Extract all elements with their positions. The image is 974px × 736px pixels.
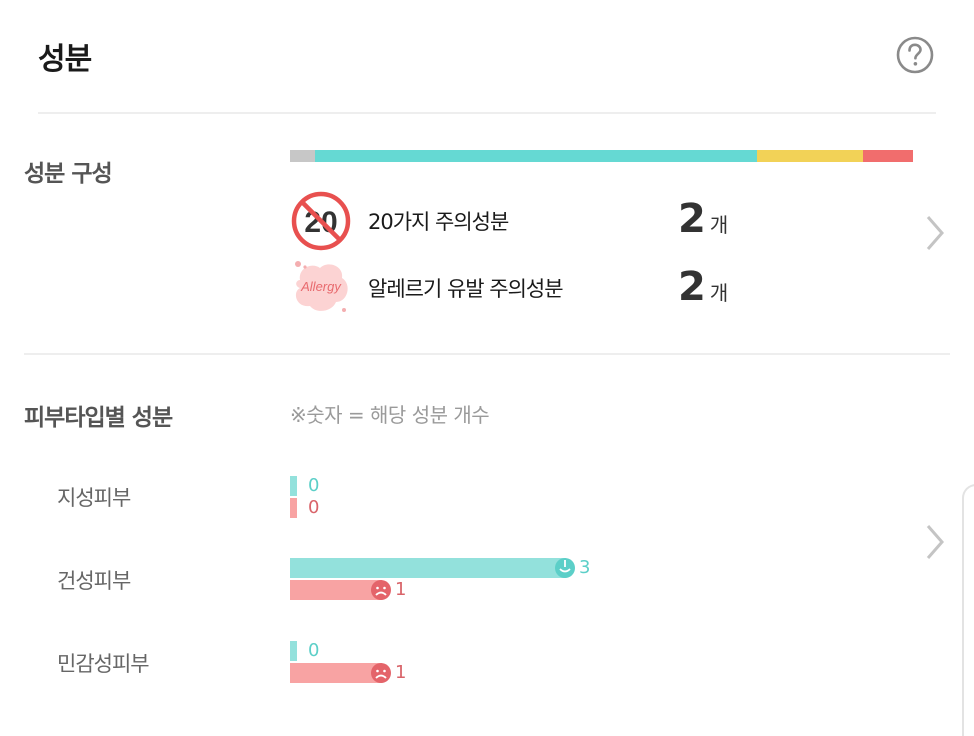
- allergy-icon: Allergy: [295, 261, 348, 312]
- bad-bar: [290, 498, 297, 518]
- question-circle-icon[interactable]: [895, 35, 935, 75]
- no-20-icon: 20: [291, 191, 351, 251]
- good-bar: [290, 476, 297, 496]
- header-divider: [38, 112, 936, 114]
- count-value: 2: [678, 196, 706, 242]
- skin-type-section-title: 피부타입별 성분: [24, 405, 173, 431]
- frown-face-icon: [371, 580, 391, 600]
- skin-label-dry: 건성피부: [57, 569, 131, 593]
- warning-count-20: 2 개: [678, 196, 728, 242]
- skin-label-oily: 지성피부: [57, 486, 131, 510]
- composition-segment-high: [863, 150, 913, 162]
- warning-row-20[interactable]: 20 20가지 주의성분: [290, 190, 509, 252]
- skin-bar-row: 01: [290, 640, 850, 685]
- count-unit: 개: [709, 213, 729, 237]
- warning-label: 알레르기 유발 주의성분: [368, 277, 564, 301]
- good-bar: [290, 558, 566, 578]
- good-count: 0: [308, 640, 320, 661]
- allergy-badge-text: Allergy: [300, 279, 342, 294]
- chevron-right-icon[interactable]: [924, 213, 946, 253]
- skin-bar-row: 31: [290, 557, 850, 602]
- good-bar: [290, 641, 297, 661]
- section-divider: [24, 353, 950, 355]
- composition-section-title: 성분 구성: [24, 161, 113, 187]
- frown-face-icon: [371, 663, 391, 683]
- warning-row-allergy[interactable]: Allergy 알레르기 유발 주의성분: [290, 258, 564, 318]
- chevron-right-icon[interactable]: [924, 522, 946, 562]
- warning-count-allergy: 2 개: [678, 264, 728, 310]
- count-unit: 개: [709, 281, 729, 305]
- composition-bar: [290, 150, 913, 162]
- composition-segment-low: [314, 150, 758, 162]
- skin-type-note: ※숫자 = 해당 성분 개수: [290, 403, 490, 427]
- good-count: 3: [579, 557, 591, 578]
- page-title: 성분: [38, 42, 92, 77]
- bad-bar: [290, 580, 382, 600]
- skin-label-sensitive: 민감성피부: [57, 652, 150, 676]
- composition-segment-medium: [757, 150, 864, 162]
- bad-count: 1: [395, 579, 407, 600]
- scroll-edge: [962, 484, 974, 736]
- bad-count: 1: [395, 662, 407, 683]
- smile-face-icon: [555, 558, 575, 578]
- skin-bar-row: 00: [290, 475, 850, 520]
- bad-bar: [290, 663, 382, 683]
- count-value: 2: [678, 264, 706, 310]
- composition-segment-unknown: [290, 150, 315, 162]
- bad-count: 0: [308, 497, 320, 518]
- good-count: 0: [308, 475, 320, 496]
- warning-label: 20가지 주의성분: [368, 210, 509, 234]
